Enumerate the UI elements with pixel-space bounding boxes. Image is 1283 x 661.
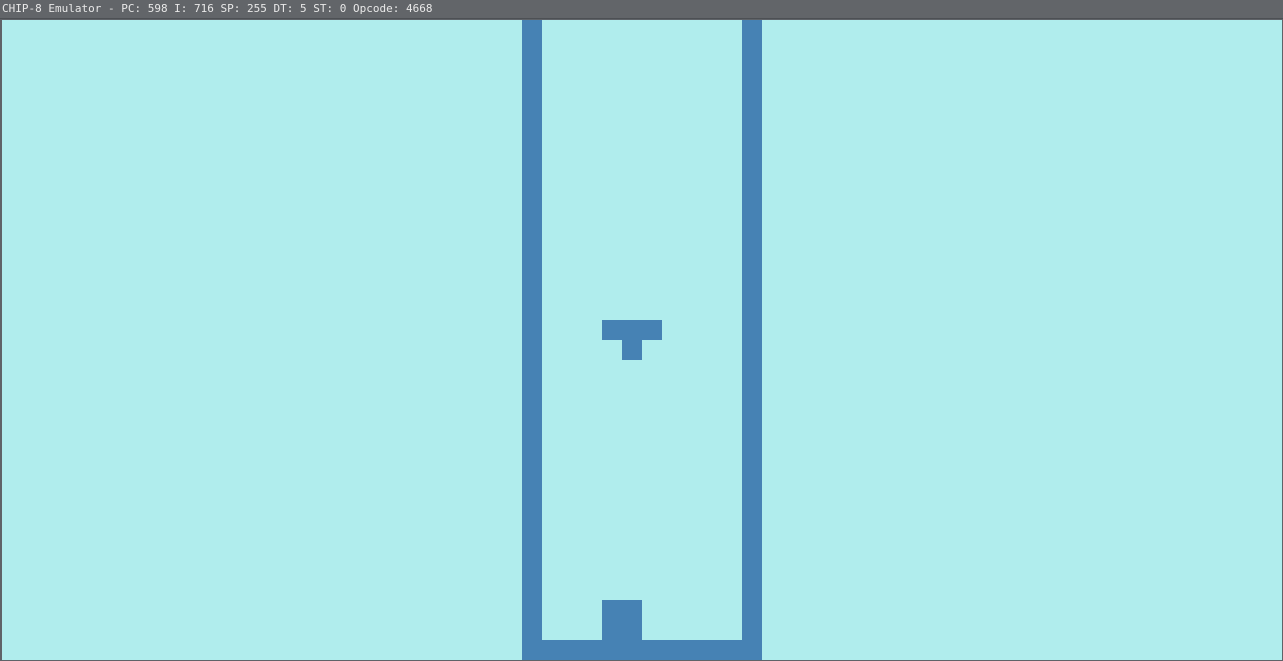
well-right-wall (742, 20, 762, 660)
emulator-window: CHIP-8 Emulator - PC: 598 I: 716 SP: 255… (0, 0, 1283, 661)
stacked-block (602, 600, 642, 640)
window-title-bar: CHIP-8 Emulator - PC: 598 I: 716 SP: 255… (0, 0, 1283, 19)
chip8-display[interactable] (2, 20, 1282, 660)
well-floor (522, 640, 762, 660)
falling-t-piece-part-1 (602, 320, 662, 340)
well-left-wall (522, 20, 542, 660)
falling-t-piece-part-2 (622, 340, 642, 360)
